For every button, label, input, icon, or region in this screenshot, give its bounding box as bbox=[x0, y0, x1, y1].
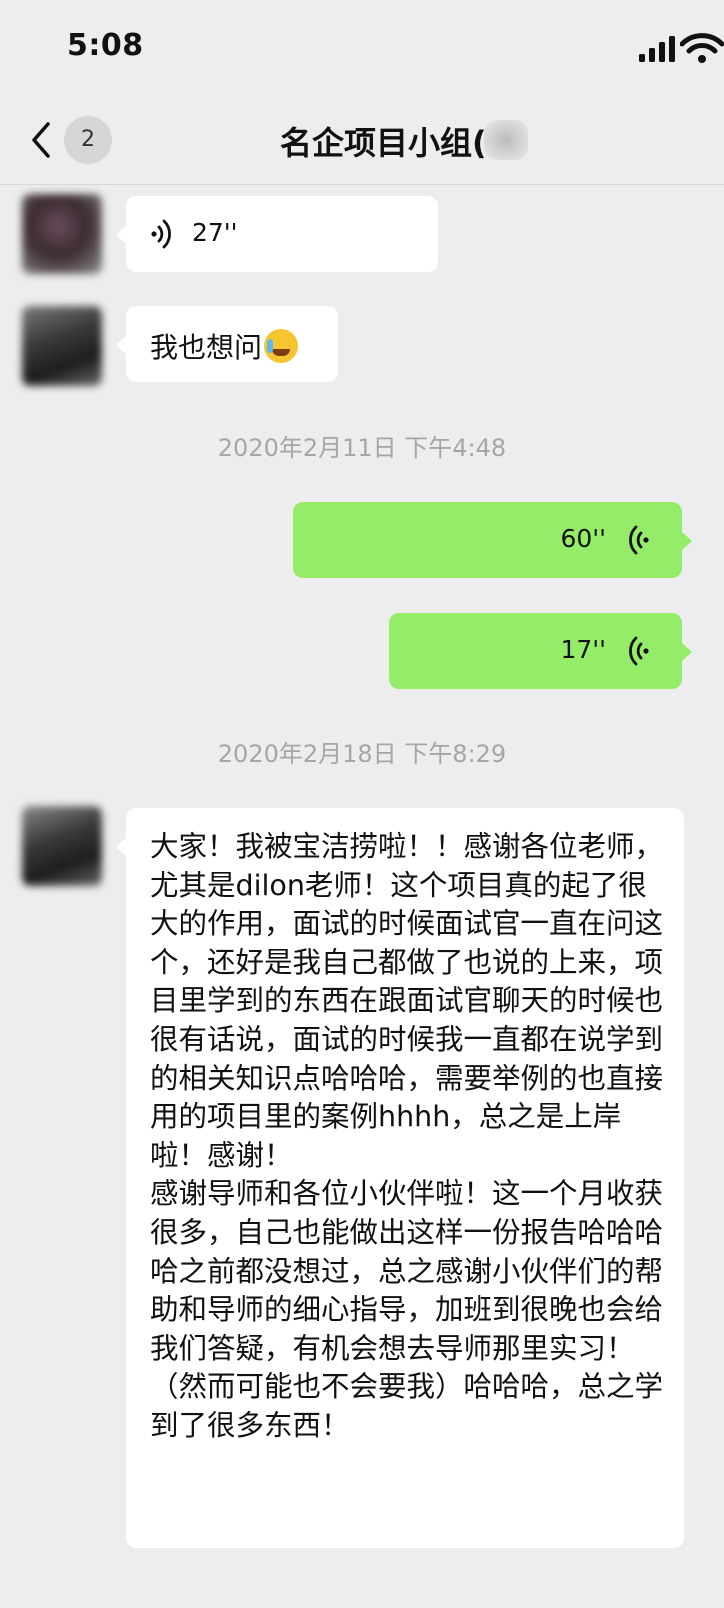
back-button[interactable]: 2 bbox=[28, 116, 118, 164]
voice-duration: 17'' bbox=[560, 635, 606, 664]
wifi-icon bbox=[680, 33, 724, 63]
voice-duration: 60'' bbox=[560, 524, 606, 553]
message-text: 大家！我被宝洁捞啦！！感谢各位老师，尤其是dilon老师！这个项目真的起了很大的… bbox=[150, 830, 664, 1442]
voice-message-incoming[interactable]: 27'' bbox=[116, 196, 438, 272]
voice-wave-icon bbox=[629, 636, 649, 666]
text-message-incoming[interactable]: 大家！我被宝洁捞啦！！感谢各位老师，尤其是dilon老师！这个项目真的起了很大的… bbox=[116, 808, 684, 1548]
message-text: 我也想问 bbox=[150, 326, 299, 366]
title-redaction bbox=[484, 120, 528, 160]
status-bar: 5:08 bbox=[0, 0, 724, 96]
text-message-incoming[interactable]: 我也想问 bbox=[116, 306, 338, 382]
voice-wave-icon bbox=[151, 219, 171, 249]
timestamp: 2020年2月18日 下午8:29 bbox=[217, 740, 507, 768]
crying-laughing-emoji-icon bbox=[264, 329, 299, 363]
signal-icon bbox=[639, 36, 675, 62]
voice-message-outgoing[interactable]: 17'' bbox=[389, 613, 692, 689]
back-chevron-icon bbox=[32, 122, 50, 158]
voice-message-outgoing[interactable]: 60'' bbox=[293, 502, 692, 578]
status-time: 5:08 bbox=[67, 28, 144, 63]
chat-title[interactable]: 名企项目小组( bbox=[280, 118, 487, 164]
chat-header: 2 名企项目小组( bbox=[0, 96, 724, 185]
voice-duration: 27'' bbox=[192, 218, 238, 247]
avatar[interactable] bbox=[22, 306, 102, 386]
unread-count-badge: 2 bbox=[64, 116, 112, 164]
avatar[interactable] bbox=[22, 806, 102, 886]
voice-wave-icon bbox=[629, 525, 649, 555]
avatar[interactable] bbox=[22, 194, 102, 274]
timestamp: 2020年2月11日 下午4:48 bbox=[217, 434, 507, 462]
